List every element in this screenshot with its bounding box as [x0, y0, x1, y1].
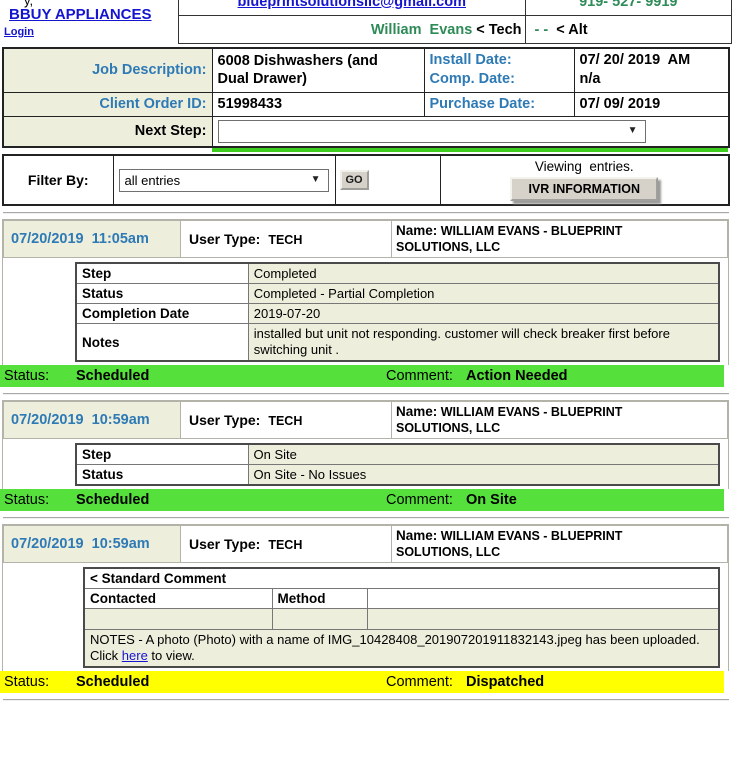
entry-status-bar: Status: Scheduled Comment: On Site — [0, 489, 724, 511]
log-entry: 07/20/2019 10:59am User Type:TECH Name: … — [2, 524, 729, 671]
chevron-down-icon: ▼ — [311, 174, 321, 185]
entry-comment-table: < Standard Comment Contacted Method NOTE… — [83, 567, 720, 668]
detail-key: Status — [76, 284, 248, 304]
status-value: Scheduled — [76, 368, 149, 384]
entry-user-type: User Type:TECH — [181, 402, 392, 439]
detail-key: Step — [76, 263, 248, 284]
status-value: Scheduled — [76, 674, 149, 690]
standard-comment-header: < Standard Comment — [84, 568, 719, 589]
entry-detail-table: Step Completed Status Completed - Partia… — [75, 262, 720, 362]
status-value: Scheduled — [76, 492, 149, 508]
status-label: Status: — [4, 368, 49, 384]
detail-key: Step — [76, 444, 248, 465]
viewing-entries-text: Viewing entries. — [442, 159, 728, 174]
filter-select[interactable]: all entries ▼ — [119, 169, 329, 192]
chevron-down-icon: ▼ — [628, 125, 638, 136]
comment-value: Action Needed — [466, 368, 568, 384]
entry-name: Name: WILLIAM EVANS - BLUEPRINT SOLUTION… — [392, 526, 728, 563]
detail-value: On Site — [248, 444, 719, 465]
comment-label: Comment: — [386, 492, 453, 508]
ivr-information-button[interactable]: IVR INFORMATION — [510, 177, 658, 201]
green-divider-line — [212, 148, 728, 152]
install-date-label: Install Date: — [430, 51, 569, 70]
log-entry: 07/20/2019 10:59am User Type:TECH Name: … — [2, 400, 729, 489]
entry-datetime: 07/20/2019 11:05am — [4, 221, 181, 258]
tech-suffix: < Tech — [476, 22, 521, 38]
purchase-date-label: Purchase Date: — [424, 92, 574, 116]
log-entry: 07/20/2019 11:05am User Type:TECH Name: … — [2, 219, 729, 365]
install-date-value: 07/ 20/ 2019 AM — [580, 51, 724, 70]
next-step-label: Next Step: — [3, 116, 212, 147]
comp-date-label: Comp. Date: — [430, 70, 569, 89]
detail-value: Completed — [248, 263, 719, 284]
entry-name: Name: WILLIAM EVANS - BLUEPRINT SOLUTION… — [392, 402, 728, 439]
entry-name: Name: WILLIAM EVANS - BLUEPRINT SOLUTION… — [392, 221, 728, 258]
comp-date-value: n/a — [580, 70, 724, 89]
status-label: Status: — [4, 674, 49, 690]
entry-user-type: User Type:TECH — [181, 526, 392, 563]
go-button[interactable]: GO — [340, 170, 369, 190]
install-comp-labels: Install Date: Comp. Date: — [424, 48, 574, 92]
section-divider — [3, 212, 729, 214]
next-step-selected-value — [219, 130, 224, 133]
method-header: Method — [272, 589, 367, 609]
method-value — [272, 609, 367, 630]
detail-key: Completion Date — [76, 304, 248, 324]
login-link[interactable]: Login — [4, 26, 34, 38]
detail-key: Notes — [76, 324, 248, 362]
detail-value: On Site - No Issues — [248, 465, 719, 486]
job-description-value: 6008 Dishwashers (and Dual Drawer) — [212, 48, 424, 92]
contact-phone: 919- 527- 9919 — [525, 0, 731, 16]
photo-here-link[interactable]: here — [122, 648, 148, 663]
client-order-id-label: Client Order ID: — [3, 92, 212, 116]
purchase-date-value: 07/ 09/ 2019 — [574, 92, 729, 116]
filter-selected-value: all entries — [120, 170, 181, 188]
comment-value: On Site — [466, 492, 517, 508]
filter-by-label: Filter By: — [3, 155, 113, 205]
tech-name: William Evans — [371, 22, 476, 38]
job-info-table: Job Description: 6008 Dishwashers (and D… — [2, 47, 730, 148]
empty-header-cell — [367, 589, 719, 609]
entry-status-bar: Status: Scheduled Comment: Dispatched — [0, 671, 724, 693]
alt-name: - - — [535, 22, 553, 38]
entry-datetime: 07/20/2019 10:59am — [4, 402, 181, 439]
job-description-label: Job Description: — [3, 48, 212, 92]
tech-name-cell: William Evans < Tech — [179, 16, 526, 44]
detail-value: Completed - Partial Completion — [248, 284, 719, 304]
section-divider — [3, 699, 729, 701]
empty-value-cell — [367, 609, 719, 630]
section-divider — [3, 393, 729, 395]
client-order-id-value: 51998433 — [212, 92, 424, 116]
notes-text-suffix: to view. — [148, 648, 195, 663]
comment-label: Comment: — [386, 674, 453, 690]
filter-bar: Filter By: all entries ▼ GO Viewing entr… — [2, 154, 730, 206]
section-divider — [3, 517, 729, 519]
next-step-select[interactable]: ▼ — [218, 120, 646, 143]
contact-email-cell: blueprintsolutionsllc@gmail.com — [179, 0, 526, 16]
detail-key: Status — [76, 465, 248, 486]
notes-cell: NOTES - A photo (Photo) with a name of I… — [84, 630, 719, 668]
store-link[interactable]: BBUY APPLIANCES — [9, 6, 152, 23]
alt-suffix: < Alt — [552, 22, 587, 38]
entry-detail-table: Step On Site Status On Site - No Issues — [75, 443, 720, 486]
contacted-value — [84, 609, 272, 630]
status-label: Status: — [4, 492, 49, 508]
page-header: y, BBUY APPLIANCES Login blueprintsoluti… — [0, 0, 732, 47]
contacted-header: Contacted — [84, 589, 272, 609]
contact-table: blueprintsolutionsllc@gmail.com 919- 527… — [178, 0, 732, 44]
entry-datetime: 07/20/2019 10:59am — [4, 526, 181, 563]
alt-name-cell: - - < Alt — [525, 16, 731, 44]
entry-status-bar: Status: Scheduled Comment: Action Needed — [0, 365, 724, 387]
install-comp-values: 07/ 20/ 2019 AM n/a — [574, 48, 729, 92]
entry-user-type: User Type:TECH — [181, 221, 392, 258]
comment-label: Comment: — [386, 368, 453, 384]
comment-value: Dispatched — [466, 674, 544, 690]
detail-value: installed but unit not responding. custo… — [248, 324, 719, 362]
detail-value: 2019-07-20 — [248, 304, 719, 324]
email-link[interactable]: blueprintsolutionsllc@gmail.com — [238, 0, 466, 10]
